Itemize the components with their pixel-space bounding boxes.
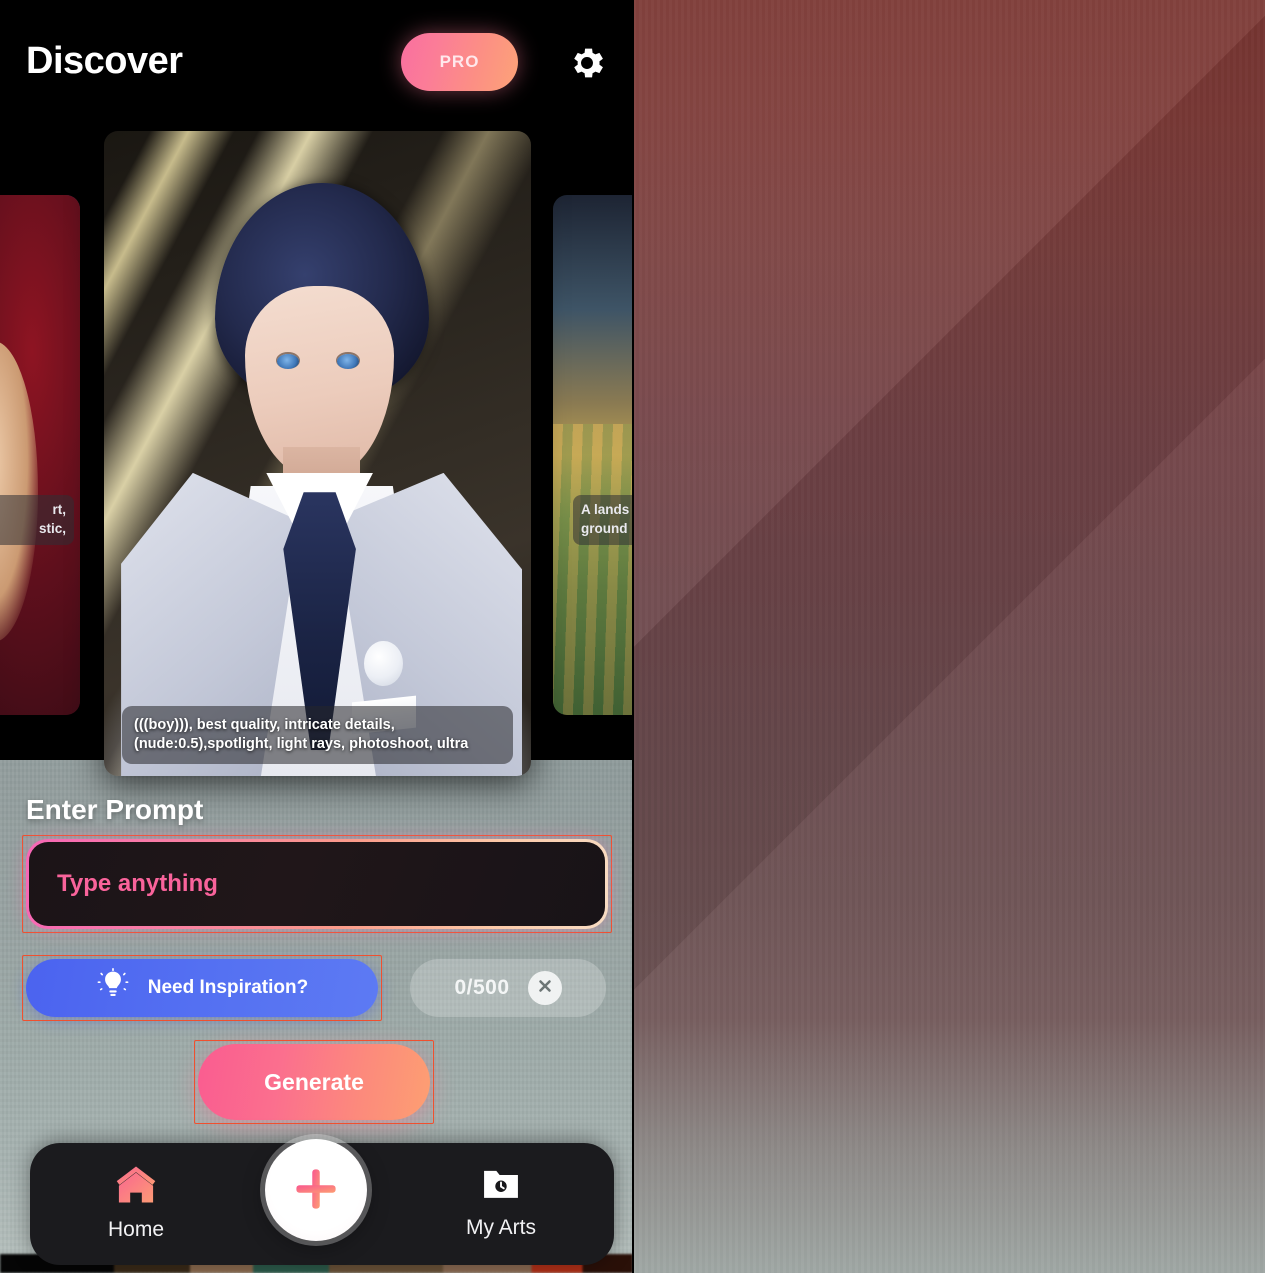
discover-header: Discover PRO bbox=[0, 0, 633, 122]
nav-item-my-arts[interactable]: My Arts bbox=[466, 1165, 536, 1240]
carousel-card-previous[interactable]: rt, stic, bbox=[0, 195, 80, 715]
pro-upgrade-button[interactable]: PRO bbox=[401, 33, 518, 91]
art-carousel[interactable]: rt, stic, A lands ground (((boy))), best… bbox=[0, 120, 633, 776]
nav-home-label: Home bbox=[108, 1218, 165, 1241]
pro-badge-label: PRO bbox=[439, 52, 480, 71]
inspiration-highlight-outline bbox=[22, 955, 382, 1021]
app-screen: rt, stic, A lands ground (((boy))), best… bbox=[0, 0, 1265, 1273]
home-icon bbox=[114, 1165, 158, 1208]
artwork-thumbnail-next bbox=[553, 195, 633, 715]
active-caption-line-2: (nude:0.5),spotlight, light rays, photos… bbox=[134, 735, 469, 752]
boy-rose-boutonniere bbox=[364, 640, 403, 686]
character-counter-pill[interactable]: 0/500 bbox=[410, 959, 606, 1017]
discover-panel: rt, stic, A lands ground (((boy))), best… bbox=[0, 0, 633, 1273]
active-card-caption: (((boy))), best quality, intricate detai… bbox=[122, 705, 513, 764]
settings-button[interactable] bbox=[566, 42, 608, 84]
nav-item-home[interactable]: Home bbox=[108, 1165, 164, 1242]
clear-prompt-button[interactable] bbox=[527, 971, 562, 1005]
result-panel: Upscale Copy&E bbox=[633, 0, 1265, 1273]
next-caption-line-2: ground bbox=[581, 521, 628, 537]
next-caption-line-1: A lands bbox=[581, 502, 630, 518]
plus-icon bbox=[288, 1161, 344, 1220]
carousel-card-previous-caption: rt, stic, bbox=[0, 495, 74, 545]
carousel-card-next[interactable]: A lands ground bbox=[553, 195, 633, 715]
gear-icon bbox=[566, 48, 608, 87]
create-new-button[interactable] bbox=[265, 1139, 367, 1241]
carousel-card-next-caption: A lands ground bbox=[573, 495, 633, 545]
artwork-image-boy bbox=[104, 131, 531, 776]
close-icon bbox=[536, 977, 554, 1000]
folder-clock-icon bbox=[480, 1165, 522, 1206]
boy-left-eye bbox=[276, 353, 300, 369]
enter-prompt-label: Enter Prompt bbox=[26, 794, 204, 825]
prompt-input-wrapper bbox=[26, 839, 608, 929]
artwork-thumbnail-previous bbox=[0, 195, 80, 715]
previous-caption-line-1: rt, bbox=[52, 502, 67, 518]
generate-highlight-outline bbox=[194, 1040, 434, 1124]
boy-right-eye bbox=[336, 353, 359, 369]
nav-my-arts-label: My Arts bbox=[465, 1216, 536, 1239]
page-title: Discover bbox=[26, 40, 183, 82]
carousel-card-active[interactable]: (((boy))), best quality, intricate detai… bbox=[104, 131, 531, 776]
character-counter: 0/500 bbox=[454, 976, 510, 999]
prompt-input[interactable] bbox=[29, 842, 605, 926]
previous-caption-line-2: stic, bbox=[38, 521, 66, 537]
panel-divider bbox=[632, 0, 634, 1273]
active-caption-line-1: (((boy))), best quality, intricate detai… bbox=[134, 716, 395, 733]
